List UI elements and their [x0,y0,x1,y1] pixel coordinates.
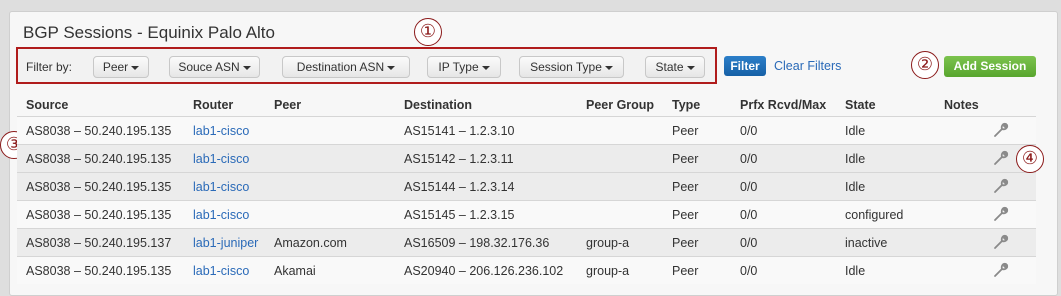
cell-router[interactable]: lab1-cisco [193,264,249,278]
filter-destination-asn-label: Destination ASN [296,60,385,74]
cell-state: Idle [845,124,866,138]
wrench-icon[interactable] [992,149,1010,167]
page-title: BGP Sessions - Equinix Palo Alto [23,23,275,42]
callout-2: ② [911,51,939,79]
filter-ip-type-dropdown[interactable]: IP Type [427,56,501,78]
filter-bar: Filter by: Peer Souce ASN Destination AS… [16,47,717,84]
cell-source: AS8038 – 50.240.195.135 [26,124,172,138]
column-header-router: Router [193,98,234,112]
cell-type: Peer [672,208,699,222]
cell-peer-group: group-a [586,236,630,250]
filter-state-dropdown[interactable]: State [645,56,705,78]
cell-router[interactable]: lab1-cisco [193,208,249,222]
column-header-type: Type [672,98,701,112]
cell-router[interactable]: lab1-cisco [193,152,249,166]
cell-source: AS8038 – 50.240.195.135 [26,180,172,194]
cell-prfx: 0/0 [740,208,758,222]
cell-source: AS8038 – 50.240.195.135 [26,152,172,166]
filter-peer-label: Peer [102,60,129,74]
column-header-peer: Peer [274,98,302,112]
filter-source-asn-dropdown[interactable]: Souce ASN [169,56,260,78]
filter-session-type-dropdown[interactable]: Session Type [519,56,624,78]
cell-prfx: 0/0 [740,236,758,250]
filter-state-label: State [655,60,684,74]
cell-destination: AS15142 – 1.2.3.11 [404,152,514,166]
cell-state: Idle [845,152,866,166]
cell-router[interactable]: lab1-cisco [193,180,249,194]
cell-state: inactive [845,236,888,250]
table-row: AS8038 – 50.240.195.135 lab1-cisco AS15142… [17,144,1036,172]
cell-destination: AS15141 – 1.2.3.10 [404,124,515,138]
cell-type: Peer [672,236,699,250]
cell-router[interactable]: lab1-juniper [193,236,258,250]
cell-source: AS8038 – 50.240.195.135 [26,208,172,222]
column-header-destination: Destination [404,98,473,112]
wrench-icon[interactable] [992,177,1010,195]
cell-type: Peer [672,264,699,278]
wrench-icon[interactable] [992,233,1010,251]
chevron-down-icon [131,65,140,70]
cell-prfx: 0/0 [740,152,758,166]
cell-destination: AS15144 – 1.2.3.14 [404,180,515,194]
cell-destination: AS20940 – 206.126.236.102 [404,264,564,278]
cell-prfx: 0/0 [740,124,758,138]
cell-prfx: 0/0 [740,180,758,194]
filter-destination-asn-dropdown[interactable]: Destination ASN [282,56,410,78]
cell-state: Idle [845,180,866,194]
table-row: AS8038 – 50.240.195.135 lab1-cisco Akamai A… [17,256,1036,284]
column-header-peer-group: Peer Group [586,98,655,112]
cell-peer: Amazon.com [274,236,347,250]
cell-router[interactable]: lab1-cisco [193,124,249,138]
filter-label: Filter by: [26,60,73,74]
column-header-prfx: Prfx Rcvd/Max [740,98,827,112]
wrench-icon[interactable] [992,205,1010,223]
callout-4: ④ [1016,145,1044,173]
cell-source: AS8038 – 50.240.195.135 [26,264,172,278]
cell-type: Peer [672,180,699,194]
filter-button[interactable]: Filter [724,56,766,76]
cell-type: Peer [672,152,699,166]
filter-ip-type-label: IP Type [438,60,479,74]
filter-peer-dropdown[interactable]: Peer [93,56,149,78]
cell-destination: AS15145 – 1.2.3.15 [404,208,515,222]
chevron-down-icon [481,65,490,70]
table-row: AS8038 – 50.240.195.135 lab1-cisco AS15141… [17,116,1036,144]
cell-state: configured [845,208,904,222]
table-row: AS8038 – 50.240.195.137 lab1-juniper Amazo… [17,228,1036,256]
table-row: AS8038 – 50.240.195.135 lab1-cisco AS15144… [17,172,1036,200]
wrench-icon[interactable] [992,261,1010,279]
column-header-notes: Notes [944,98,979,112]
table-row: AS8038 – 50.240.195.135 lab1-cisco AS15145… [17,200,1036,228]
chevron-down-icon [242,65,251,70]
chevron-down-icon [686,65,695,70]
clear-filters-link[interactable]: Clear Filters [774,59,841,73]
cell-peer: Akamai [274,264,316,278]
chevron-down-icon [387,65,396,70]
chevron-down-icon [604,65,613,70]
cell-state: Idle [845,264,866,278]
cell-type: Peer [672,124,699,138]
callout-1: ① [414,18,442,46]
cell-prfx: 0/0 [740,264,758,278]
column-header-state: State [845,98,876,112]
add-session-button[interactable]: Add Session [944,56,1036,77]
filter-source-asn-label: Souce ASN [178,60,240,74]
cell-source: AS8038 – 50.240.195.137 [26,236,172,250]
cell-peer-group: group-a [586,264,630,278]
wrench-icon[interactable] [992,121,1010,139]
column-header-source: Source [26,98,69,112]
filter-session-type-label: Session Type [530,60,602,74]
cell-destination: AS16509 – 198.32.176.36 [404,236,550,250]
